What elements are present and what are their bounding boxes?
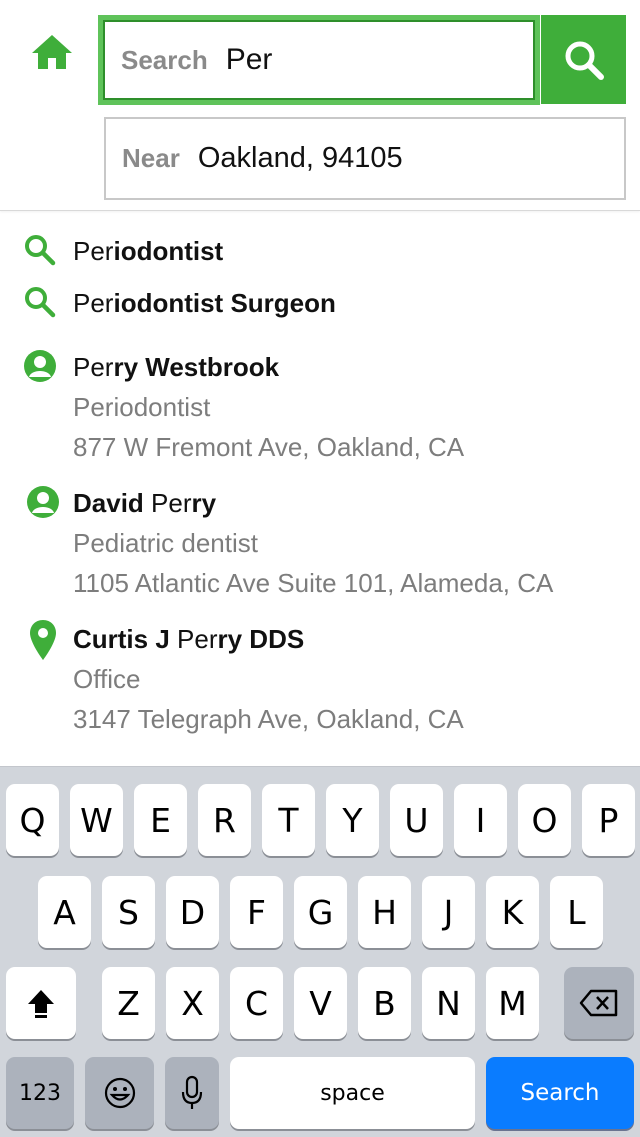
key-w[interactable]: W <box>70 784 123 856</box>
key-e[interactable]: E <box>134 784 187 856</box>
suggestion-search-periodontist[interactable]: Periodontist <box>0 228 640 276</box>
suggestion-title: Curtis J Perry DDS <box>73 624 305 654</box>
suggestion-title: Periodontist Surgeon <box>73 288 336 318</box>
emoji-icon <box>104 1077 135 1109</box>
search-input[interactable]: Search Per <box>103 20 535 100</box>
shift-icon <box>28 990 54 1018</box>
key-t[interactable]: T <box>262 784 315 856</box>
keyboard-search-key[interactable]: Search <box>486 1057 634 1129</box>
home-button[interactable] <box>28 30 76 74</box>
suggestion-address: 3147 Telegraph Ave, Oakland, CA <box>73 704 464 734</box>
suggestion-title: Perry Westbrook <box>73 352 280 382</box>
search-button[interactable] <box>541 15 626 104</box>
near-location-input[interactable]: Near Oakland, 94105 <box>104 117 626 200</box>
key-s[interactable]: S <box>102 876 155 948</box>
suggestion-place-curtis-j-perry-dds[interactable]: Curtis J Perry DDS Office 3147 Telegraph… <box>0 616 640 742</box>
backspace-key[interactable] <box>564 967 634 1039</box>
key-n[interactable]: N <box>422 967 475 1039</box>
search-header: Search Per Near Oakland, 94105 <box>0 0 640 211</box>
suggestion-address: 877 W Fremont Ave, Oakland, CA <box>73 432 465 462</box>
key-v[interactable]: V <box>294 967 347 1039</box>
key-x[interactable]: X <box>166 967 219 1039</box>
key-z[interactable]: Z <box>102 967 155 1039</box>
emoji-key[interactable] <box>85 1057 154 1129</box>
search-icon <box>22 284 58 320</box>
map-pin-icon <box>25 618 61 662</box>
key-a[interactable]: A <box>38 876 91 948</box>
key-k[interactable]: K <box>486 876 539 948</box>
numbers-key[interactable]: 123 <box>6 1057 74 1129</box>
key-r[interactable]: R <box>198 784 251 856</box>
person-icon <box>22 348 58 384</box>
suggestion-subtitle: Office <box>73 664 141 694</box>
key-o[interactable]: O <box>518 784 571 856</box>
suggestion-subtitle: Pediatric dentist <box>73 528 258 558</box>
key-f[interactable]: F <box>230 876 283 948</box>
microphone-icon <box>181 1075 203 1109</box>
suggestion-title: Periodontist <box>73 236 224 266</box>
search-icon <box>22 232 58 268</box>
near-prefix-label: Near <box>122 143 180 173</box>
key-j[interactable]: J <box>422 876 475 948</box>
key-g[interactable]: G <box>294 876 347 948</box>
search-prefix-label: Search <box>121 44 208 75</box>
key-u[interactable]: U <box>390 784 443 856</box>
key-c[interactable]: C <box>230 967 283 1039</box>
key-m[interactable]: M <box>486 967 539 1039</box>
suggestion-person-perry-westbrook[interactable]: Perry Westbrook Periodontist 877 W Fremo… <box>0 344 640 470</box>
search-field-container[interactable]: Search Per <box>98 15 540 105</box>
on-screen-keyboard: Q W E R T Y U I O P A S D F G H J K L Z … <box>0 766 640 1137</box>
shift-key[interactable] <box>6 967 76 1039</box>
suggestion-address: 1105 Atlantic Ave Suite 101, Alameda, CA <box>73 568 554 598</box>
suggestion-person-david-perry[interactable]: David Perry Pediatric dentist 1105 Atlan… <box>0 480 640 606</box>
home-icon <box>32 35 72 69</box>
key-d[interactable]: D <box>166 876 219 948</box>
suggestion-search-periodontist-surgeon[interactable]: Periodontist Surgeon <box>0 280 640 328</box>
suggestion-subtitle: Periodontist <box>73 392 211 422</box>
near-input-value: Oakland, 94105 <box>197 142 403 174</box>
person-icon <box>25 484 61 520</box>
key-p[interactable]: P <box>582 784 635 856</box>
search-icon <box>565 41 604 80</box>
key-q[interactable]: Q <box>6 784 59 856</box>
dictation-key[interactable] <box>165 1057 219 1129</box>
space-key[interactable]: space <box>230 1057 475 1129</box>
backspace-icon <box>579 989 618 1017</box>
key-l[interactable]: L <box>550 876 603 948</box>
suggestion-title: David Perry <box>73 488 217 518</box>
key-y[interactable]: Y <box>326 784 379 856</box>
key-h[interactable]: H <box>358 876 411 948</box>
search-input-value: Per <box>225 43 273 76</box>
key-i[interactable]: I <box>454 784 507 856</box>
key-b[interactable]: B <box>358 967 411 1039</box>
